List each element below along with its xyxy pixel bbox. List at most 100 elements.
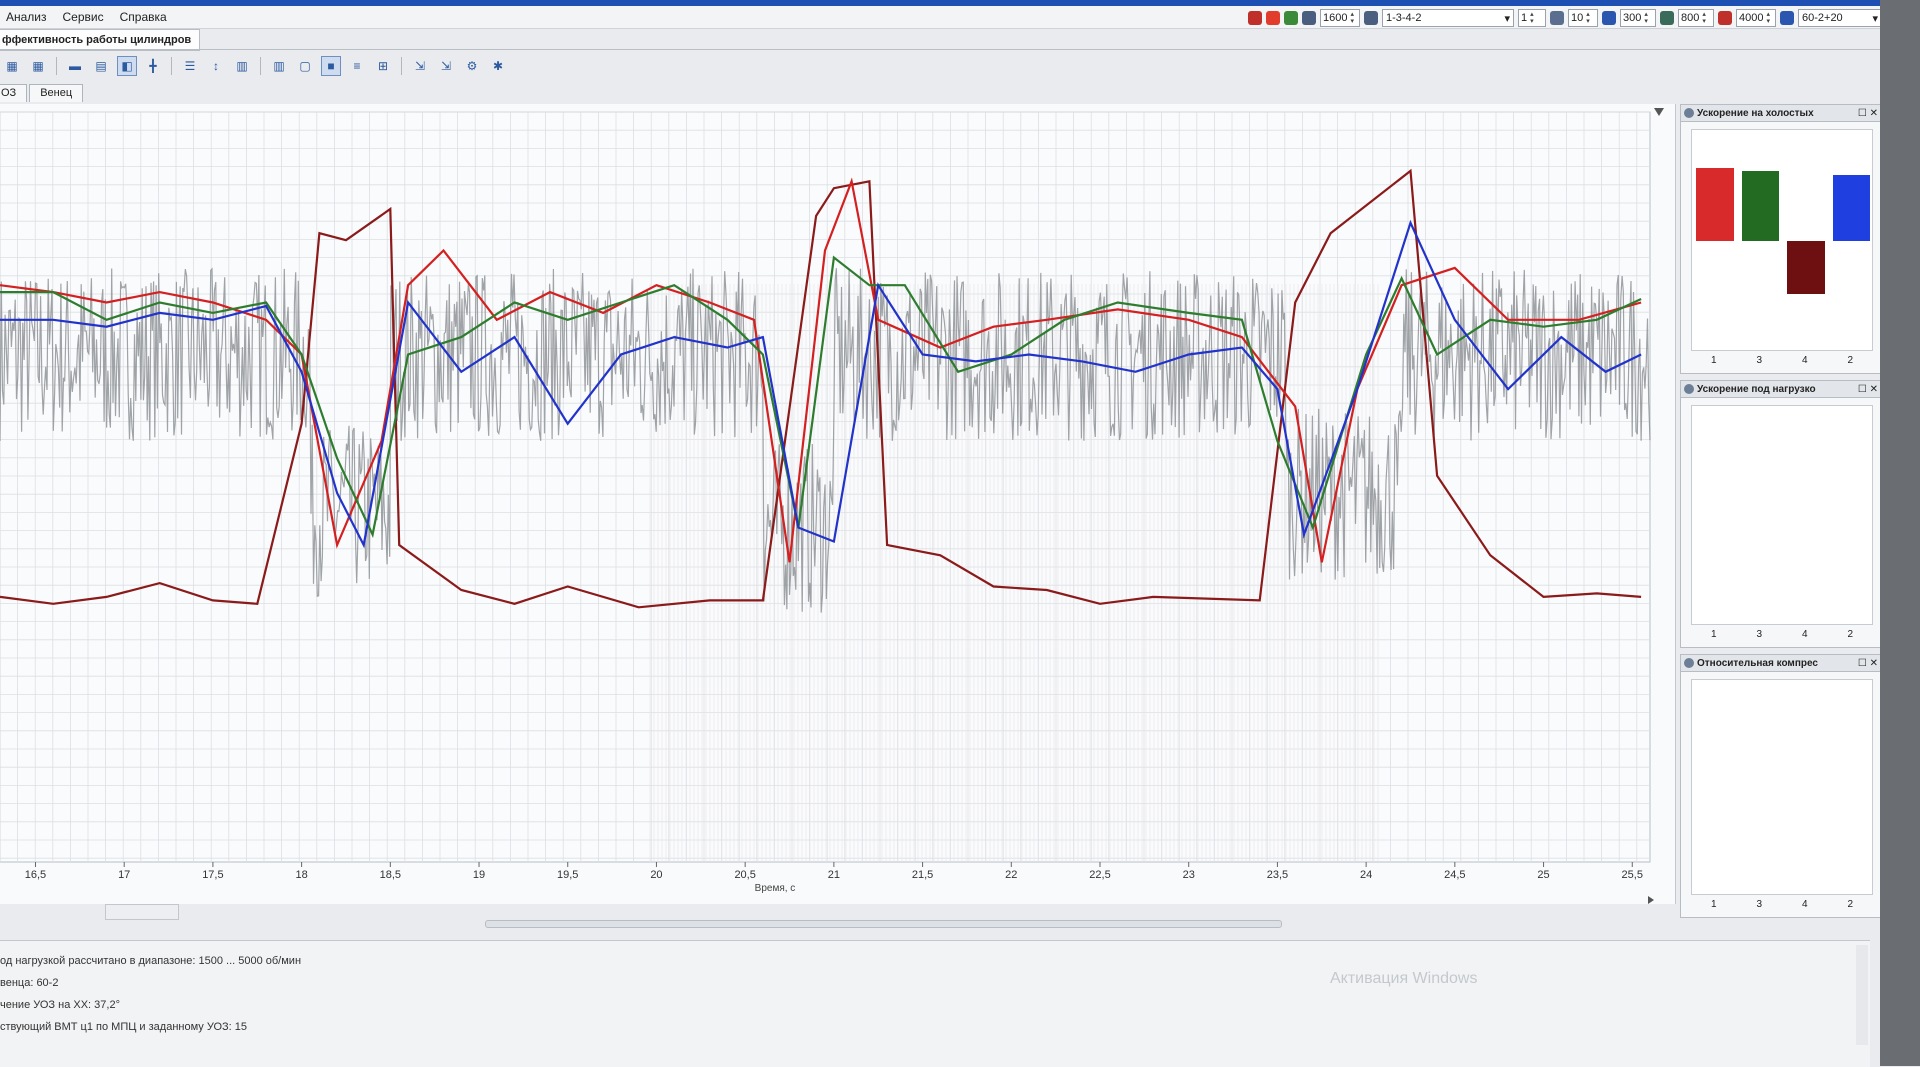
x-tick-label: 23,5 bbox=[1267, 869, 1288, 881]
chevron-down-icon: ▾ bbox=[1872, 12, 1878, 25]
mini-x-ticks: 1 3 4 2 bbox=[1691, 629, 1873, 643]
firing-order-value: 1-3-4-2 bbox=[1386, 12, 1422, 24]
x-tick-label: 25 bbox=[1537, 869, 1549, 881]
value-800-stepper[interactable]: 800 ▴ ▾ bbox=[1678, 9, 1714, 27]
menu-service[interactable]: Сервис bbox=[57, 10, 114, 24]
chart-toolbar: ▦ ▦ ▬ ▤ ◧ ╋ ☰ ↕ ▥ ▥ ▢ ■ ≡ ⊞ ⇲ ⇲ ⚙ ✱ bbox=[0, 52, 562, 80]
x-tick-label: 17 bbox=[118, 869, 130, 881]
x-axis-label: Время, с bbox=[755, 883, 796, 894]
timing-icon bbox=[1550, 11, 1564, 25]
mini-panel-title: Относительная компрес bbox=[1697, 657, 1818, 669]
mini-tick-label: 2 bbox=[1847, 355, 1854, 366]
windows-watermark: Активация Windows bbox=[1330, 970, 1478, 987]
x-tick-label: 24,5 bbox=[1444, 869, 1465, 881]
close-icon[interactable]: ☐ ✕ bbox=[1858, 108, 1878, 119]
mini-tick-label: 3 bbox=[1756, 629, 1763, 640]
bars-icon[interactable]: ▥ bbox=[232, 56, 252, 76]
close-icon[interactable]: ☐ ✕ bbox=[1858, 658, 1878, 669]
mini-tick-label: 4 bbox=[1801, 629, 1808, 640]
mini-tick-label: 3 bbox=[1756, 355, 1763, 366]
list-icon[interactable]: ☰ bbox=[180, 56, 200, 76]
settings-icon[interactable]: ⚙ bbox=[462, 56, 482, 76]
tabstrip-divider bbox=[0, 49, 1880, 50]
play-icon[interactable] bbox=[1284, 11, 1298, 25]
mini-bar bbox=[1787, 241, 1825, 294]
rpm-value: 1600 bbox=[1323, 12, 1348, 24]
document-tab[interactable]: ффективность работы цилиндров bbox=[0, 29, 201, 51]
toolbar-separator bbox=[171, 57, 172, 75]
chart-icon[interactable]: ◧ bbox=[117, 56, 137, 76]
frame-icon[interactable]: ▢ bbox=[295, 56, 315, 76]
mini-x-ticks: 1 3 4 2 bbox=[1691, 899, 1873, 913]
mini-tick-label: 1 bbox=[1710, 899, 1717, 910]
log-panel: од нагрузкой рассчитано в диапазоне: 150… bbox=[0, 940, 1870, 1067]
mini-bar bbox=[1696, 167, 1734, 241]
tab-oz[interactable]: ОЗ bbox=[0, 84, 28, 102]
panel-icon bbox=[1684, 108, 1694, 118]
menu-analysis[interactable]: Анализ bbox=[0, 10, 57, 24]
x-tick-label: 22,5 bbox=[1089, 869, 1110, 881]
toolbar-separator bbox=[56, 57, 57, 75]
wheel-select[interactable]: 60-2+20 ▾ bbox=[1798, 9, 1882, 27]
cyl-icon[interactable]: ▦ bbox=[28, 56, 48, 76]
fill-icon[interactable]: ■ bbox=[321, 56, 341, 76]
value-4000-stepper[interactable]: 4000 ▴ ▾ bbox=[1736, 9, 1776, 27]
x-tick-label: 24 bbox=[1360, 869, 1372, 881]
mini-tick-label: 1 bbox=[1710, 355, 1717, 366]
record-icon[interactable] bbox=[1266, 11, 1280, 25]
x-tick-label: 16,5 bbox=[25, 869, 46, 881]
log-scrollbar[interactable] bbox=[1856, 945, 1868, 1045]
lines-icon[interactable]: ≡ bbox=[347, 56, 367, 76]
cylinder-stepper[interactable]: 1 ▴ ▾ bbox=[1518, 9, 1546, 27]
height-icon[interactable]: ↕ bbox=[206, 56, 226, 76]
close-icon[interactable]: ☐ ✕ bbox=[1858, 384, 1878, 395]
export-icon[interactable]: ⇲ bbox=[410, 56, 430, 76]
toolbar-separator bbox=[401, 57, 402, 75]
mini-panel-header: Ускорение на холостых ☐ ✕ bbox=[1681, 105, 1881, 122]
mini-tick-label: 1 bbox=[1710, 629, 1717, 640]
mini-bar bbox=[1832, 175, 1870, 241]
mini-x-ticks: 1 3 4 2 bbox=[1691, 355, 1873, 369]
chevron-down-icon: ▾ bbox=[1504, 12, 1510, 25]
x-tick-label: 19,5 bbox=[557, 869, 578, 881]
tab-venets[interactable]: Венец bbox=[29, 84, 84, 102]
horizontal-scrollbar[interactable] bbox=[485, 920, 1282, 928]
wheel-value: 60-2+20 bbox=[1802, 12, 1843, 24]
rpm-stepper[interactable]: 1600 ▴ ▾ bbox=[1320, 9, 1360, 27]
cyl-icon[interactable]: ▦ bbox=[2, 56, 22, 76]
menu-help[interactable]: Справка bbox=[114, 10, 177, 24]
split-icon[interactable]: ╋ bbox=[143, 56, 163, 76]
mini-chart-panel: Ускорение на холостых ☐ ✕ 1 3 4 2 bbox=[1680, 104, 1882, 374]
mini-chart-panel: Относительная компрес ☐ ✕ 1 3 4 2 bbox=[1680, 654, 1882, 918]
log-line: чение УОЗ на ХХ: 37,2° bbox=[0, 999, 120, 1011]
order-icon bbox=[1364, 11, 1378, 25]
engine-icon bbox=[1302, 11, 1316, 25]
bars-icon[interactable]: ▥ bbox=[269, 56, 289, 76]
export-icon[interactable]: ⇲ bbox=[436, 56, 456, 76]
mini-tick-label: 4 bbox=[1801, 355, 1808, 366]
bar-icon[interactable]: ▬ bbox=[65, 56, 85, 76]
value-300: 300 bbox=[1623, 12, 1642, 24]
chart-scroll-thumb[interactable] bbox=[105, 904, 179, 920]
grid-icon[interactable]: ▤ bbox=[91, 56, 111, 76]
screen-bezel bbox=[1880, 0, 1920, 1066]
x-tick-label: 23 bbox=[1183, 869, 1195, 881]
x-tick-label: 21,5 bbox=[912, 869, 933, 881]
mini-chart-panel: Ускорение под нагрузко ☐ ✕ 1 3 4 2 bbox=[1680, 380, 1882, 648]
car-icon[interactable] bbox=[1248, 11, 1262, 25]
x-tick-label: 17,5 bbox=[202, 869, 223, 881]
log-line: од нагрузкой рассчитано в диапазоне: 150… bbox=[0, 955, 302, 967]
chart-corner-marker bbox=[1654, 108, 1664, 116]
cylinder-chart[interactable]: 16,5 17 17,5 18 18,5 19 19,5 20 20,5 21 21,5 22 22,5… bbox=[0, 104, 1676, 904]
gauge-icon bbox=[1602, 11, 1616, 25]
x-tick-label: 20,5 bbox=[734, 869, 755, 881]
mini-tick-label: 4 bbox=[1801, 899, 1808, 910]
value-10-stepper[interactable]: 10 ▴ ▾ bbox=[1568, 9, 1598, 27]
gauge-icon bbox=[1660, 11, 1674, 25]
mini-panel-title: Ускорение под нагрузко bbox=[1697, 383, 1816, 395]
firing-order-select[interactable]: 1-3-4-2 ▾ bbox=[1382, 9, 1514, 27]
tree-icon[interactable]: ⊞ bbox=[373, 56, 393, 76]
x-tick-label: 25,5 bbox=[1622, 869, 1643, 881]
value-300-stepper[interactable]: 300 ▴ ▾ bbox=[1620, 9, 1656, 27]
bug-icon[interactable]: ✱ bbox=[488, 56, 508, 76]
